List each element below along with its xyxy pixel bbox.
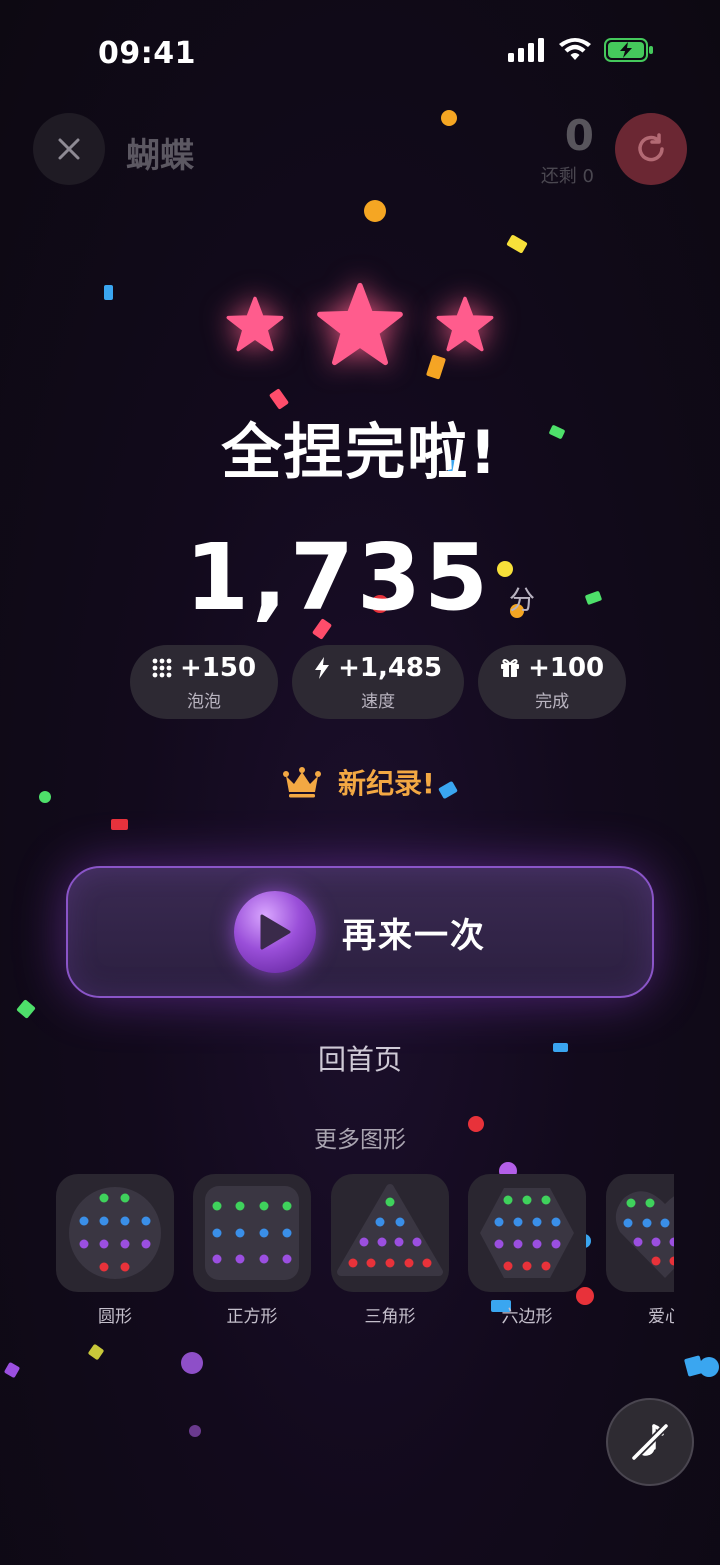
star-icon [436, 296, 494, 352]
triangle-pattern-icon [337, 1184, 443, 1276]
heart-pattern-icon [615, 1191, 674, 1278]
play-icon [260, 914, 291, 950]
bubble-counter: 0 还剩 0 [541, 112, 594, 188]
shape-item-circle[interactable]: 圆形 [56, 1174, 174, 1327]
speed-points-label: 速度 [361, 691, 396, 712]
bubble-points-value: +150 [180, 652, 257, 683]
shape-item-triangle[interactable]: 三角形 [331, 1174, 449, 1327]
wifi-icon [559, 38, 591, 60]
speed-points-value: +1,485 [338, 652, 443, 683]
score-breakdown: +150 泡泡 +1,485 速度 +100 完成 [130, 645, 627, 719]
new-record-badge: 新纪录! [282, 762, 435, 802]
remaining-label: 还剩 0 [540, 166, 594, 187]
shape-label: 爱心 [648, 1307, 674, 1327]
status-icons [508, 38, 654, 62]
gift-icon [501, 658, 520, 677]
bubble-points-label: 泡泡 [187, 691, 222, 712]
close-icon [58, 138, 80, 160]
signal-icon [508, 38, 544, 62]
replay-button[interactable]: 再来一次 [66, 866, 654, 998]
grid-dots-icon [152, 658, 172, 677]
shape-item-square[interactable]: 正方形 [193, 1174, 311, 1327]
score-value: 1,735 [184, 524, 491, 631]
shape-card [468, 1174, 586, 1292]
game-title: 蝴蝶 [126, 136, 194, 176]
shape-label: 三角形 [364, 1307, 416, 1327]
completion-points-pill: +100 完成 [478, 645, 627, 719]
completion-points-label: 完成 [535, 691, 570, 712]
crown-icon [283, 767, 321, 798]
music-off-icon [630, 1422, 670, 1462]
bubble-points-pill: +150 泡泡 [130, 645, 279, 719]
hexagon-pattern-icon [480, 1188, 574, 1278]
shape-card [331, 1174, 449, 1292]
replay-label: 再来一次 [342, 915, 486, 956]
shape-item-hexagon[interactable]: 六边形 [468, 1174, 586, 1327]
completion-title: 全捏完啦! [221, 418, 499, 488]
shape-card [193, 1174, 311, 1292]
new-record-label: 新纪录! [338, 767, 435, 800]
counter-value: 0 [564, 111, 594, 160]
play-orb [234, 891, 316, 973]
circle-pattern-icon [69, 1187, 161, 1279]
shape-carousel[interactable]: 圆形 正方形 三角形 六边形 爱心 [56, 1174, 674, 1334]
home-link[interactable]: 回首页 [0, 1038, 720, 1078]
shape-card [56, 1174, 174, 1292]
shape-card [606, 1174, 674, 1292]
completion-points-value: +100 [528, 652, 605, 683]
final-score: 1,735 分 [0, 524, 720, 631]
more-shapes-title: 更多图形 [314, 1127, 406, 1153]
lightning-icon [315, 656, 330, 679]
star-icon [317, 282, 403, 366]
battery-icon [604, 38, 653, 62]
score-unit: 分 [509, 586, 536, 616]
sound-toggle-button[interactable] [606, 1398, 694, 1486]
status-time: 09:41 [98, 36, 196, 71]
shape-label: 正方形 [226, 1307, 278, 1327]
shape-label: 圆形 [98, 1307, 132, 1327]
restart-icon [638, 133, 664, 162]
star-icon [226, 296, 284, 352]
close-button[interactable] [33, 113, 105, 185]
restart-button[interactable] [615, 113, 687, 185]
square-pattern-icon [205, 1186, 299, 1280]
shape-item-heart[interactable]: 爱心 [606, 1174, 674, 1327]
shape-label: 六边形 [501, 1307, 553, 1327]
rating-stars [0, 280, 720, 370]
speed-points-pill: +1,485 速度 [292, 645, 465, 719]
